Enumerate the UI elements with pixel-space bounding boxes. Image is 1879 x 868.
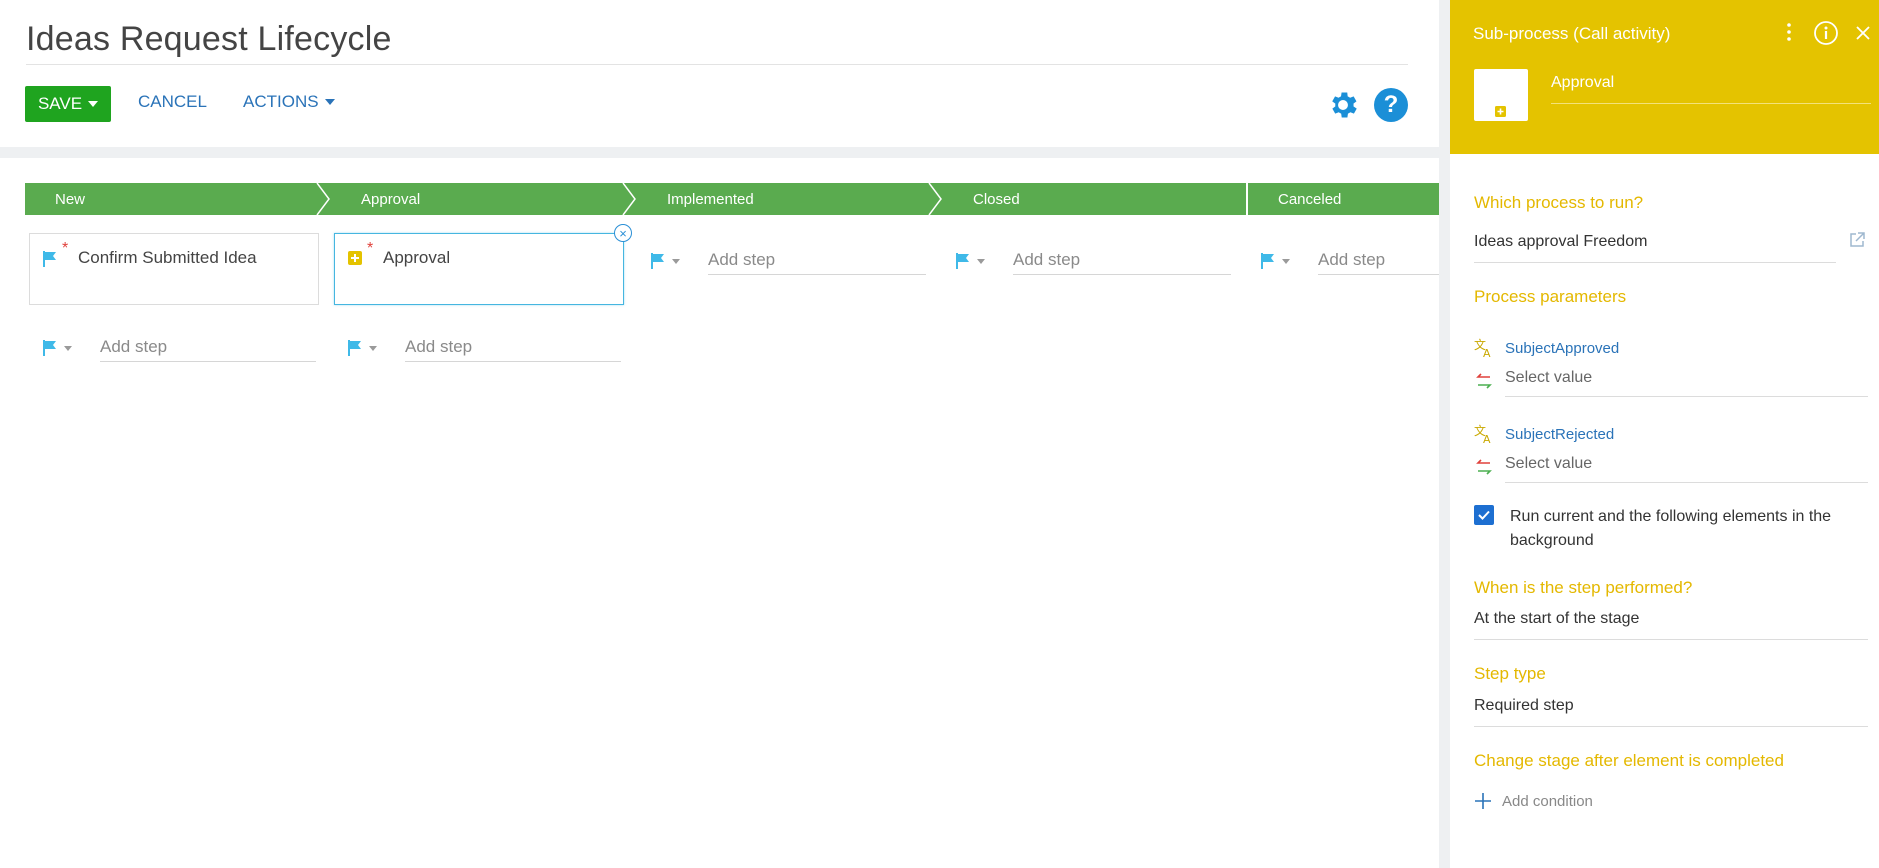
param-name-subjectrejected[interactable]: SubjectRejected — [1505, 426, 1614, 443]
cancel-button[interactable]: CANCEL — [138, 92, 207, 112]
chevron-down-icon — [88, 101, 99, 107]
add-step-input[interactable]: Add step — [100, 332, 316, 362]
gear-icon[interactable] — [1326, 88, 1360, 122]
step-label: Approval — [383, 248, 451, 267]
stage-implemented[interactable]: Implemented — [637, 183, 943, 215]
stage-label: New — [55, 190, 86, 208]
required-mark: * — [367, 240, 374, 257]
subprocess-icon — [348, 251, 362, 265]
page-title: Ideas Request Lifecycle — [26, 20, 392, 58]
header-bar: Ideas Request Lifecycle SAVE CANCEL ACTI… — [0, 0, 1439, 147]
stage-approval[interactable]: Approval — [331, 183, 637, 215]
chevron-down-icon — [64, 345, 72, 351]
flag-icon — [956, 253, 969, 269]
stage-label: Implemented — [667, 190, 754, 208]
add-step-closed: Add step — [955, 245, 1235, 275]
step-card-confirm[interactable]: * Confirm Submitted Idea — [29, 233, 319, 305]
add-step-canceled: Add step — [1260, 245, 1439, 275]
step-type-dropdown[interactable] — [347, 338, 387, 358]
stage-canceled[interactable]: Canceled — [1246, 183, 1439, 215]
add-step-approval: Add step — [347, 332, 627, 362]
param-name-subjectapproved[interactable]: SubjectApproved — [1505, 340, 1619, 357]
flag-icon — [1261, 253, 1274, 269]
svg-text:A: A — [1483, 433, 1491, 444]
mapping-arrows-icon — [1476, 459, 1492, 475]
which-process-label: Which process to run? — [1474, 193, 1644, 212]
add-step-input[interactable]: Add step — [1318, 245, 1439, 275]
element-settings-panel: Sub-process (Call activity) Approval Whi… — [1450, 0, 1879, 868]
help-icon[interactable]: ? — [1374, 88, 1408, 122]
param-value-input[interactable]: Select value — [1505, 455, 1868, 483]
designer-area: Ideas Request Lifecycle SAVE CANCEL ACTI… — [0, 0, 1439, 868]
element-icon-picker[interactable] — [1474, 69, 1528, 121]
add-step-implemented: Add step — [650, 245, 930, 275]
stage-new[interactable]: New — [25, 183, 331, 215]
chevron-down-icon — [324, 99, 335, 105]
title-divider — [26, 64, 1408, 65]
flag-icon — [43, 340, 56, 356]
check-icon — [1478, 510, 1490, 520]
chevron-down-icon — [977, 258, 985, 264]
svg-text:A: A — [1483, 347, 1491, 358]
add-step-input[interactable]: Add step — [1013, 245, 1231, 275]
when-performed-label: When is the step performed? — [1474, 578, 1693, 597]
when-performed-select[interactable]: At the start of the stage — [1474, 610, 1868, 640]
add-step-new: Add step — [42, 332, 322, 362]
flag-icon — [348, 340, 361, 356]
subprocess-icon — [1495, 106, 1506, 117]
actions-button-label: ACTIONS — [243, 92, 319, 111]
param-value-input[interactable]: Select value — [1505, 369, 1868, 397]
chevron-down-icon — [369, 345, 377, 351]
step-type-dropdown[interactable] — [955, 251, 995, 271]
change-stage-label: Change stage after element is completed — [1474, 751, 1784, 770]
stage-closed[interactable]: Closed — [943, 183, 1266, 215]
background-checkbox-label: Run current and the following elements i… — [1510, 508, 1832, 549]
step-card-approval[interactable]: * Approval — [334, 233, 624, 305]
chevron-down-icon — [1282, 258, 1290, 264]
step-label: Confirm Submitted Idea — [78, 248, 257, 267]
step-type-select[interactable]: Required step — [1474, 697, 1868, 727]
panel-header: Sub-process (Call activity) Approval — [1450, 0, 1879, 154]
step-type-dropdown[interactable] — [1260, 251, 1300, 271]
actions-button[interactable]: ACTIONS — [243, 92, 335, 112]
stage-label: Canceled — [1278, 190, 1342, 208]
stage-label: Closed — [973, 190, 1020, 208]
panel-title: Sub-process (Call activity) — [1473, 24, 1671, 43]
more-options-icon[interactable] — [1782, 20, 1796, 44]
info-icon[interactable] — [1813, 20, 1839, 46]
process-parameters-label: Process parameters — [1474, 287, 1627, 306]
open-external-icon[interactable] — [1848, 231, 1866, 249]
step-type-dropdown[interactable] — [42, 338, 82, 358]
required-mark: * — [62, 240, 69, 257]
close-icon[interactable] — [1852, 22, 1874, 44]
flag-icon — [43, 251, 56, 267]
step-type-label: Step type — [1474, 664, 1546, 683]
plus-icon — [1475, 793, 1491, 809]
background-checkbox[interactable] — [1474, 505, 1494, 525]
add-condition-button[interactable]: Add condition — [1474, 792, 1593, 810]
translate-icon: 文A — [1474, 338, 1491, 358]
stage-label: Approval — [361, 190, 421, 208]
element-name-input[interactable]: Approval — [1551, 74, 1871, 104]
add-step-input[interactable]: Add step — [708, 245, 926, 275]
step-type-dropdown[interactable] — [650, 251, 690, 271]
translate-icon: 文A — [1474, 424, 1491, 444]
process-lookup-field[interactable]: Ideas approval Freedom — [1474, 233, 1836, 263]
flag-icon — [651, 253, 664, 269]
stages-bar: New Approval Implemented Closed Canceled — [25, 183, 1439, 215]
save-button[interactable]: SAVE — [25, 86, 111, 122]
mapping-arrows-icon — [1476, 373, 1492, 389]
save-button-label: SAVE — [37, 94, 83, 113]
add-condition-label: Add condition — [1502, 792, 1593, 810]
remove-step-icon[interactable]: × — [614, 224, 632, 242]
chevron-down-icon — [672, 258, 680, 264]
add-step-input[interactable]: Add step — [405, 332, 621, 362]
